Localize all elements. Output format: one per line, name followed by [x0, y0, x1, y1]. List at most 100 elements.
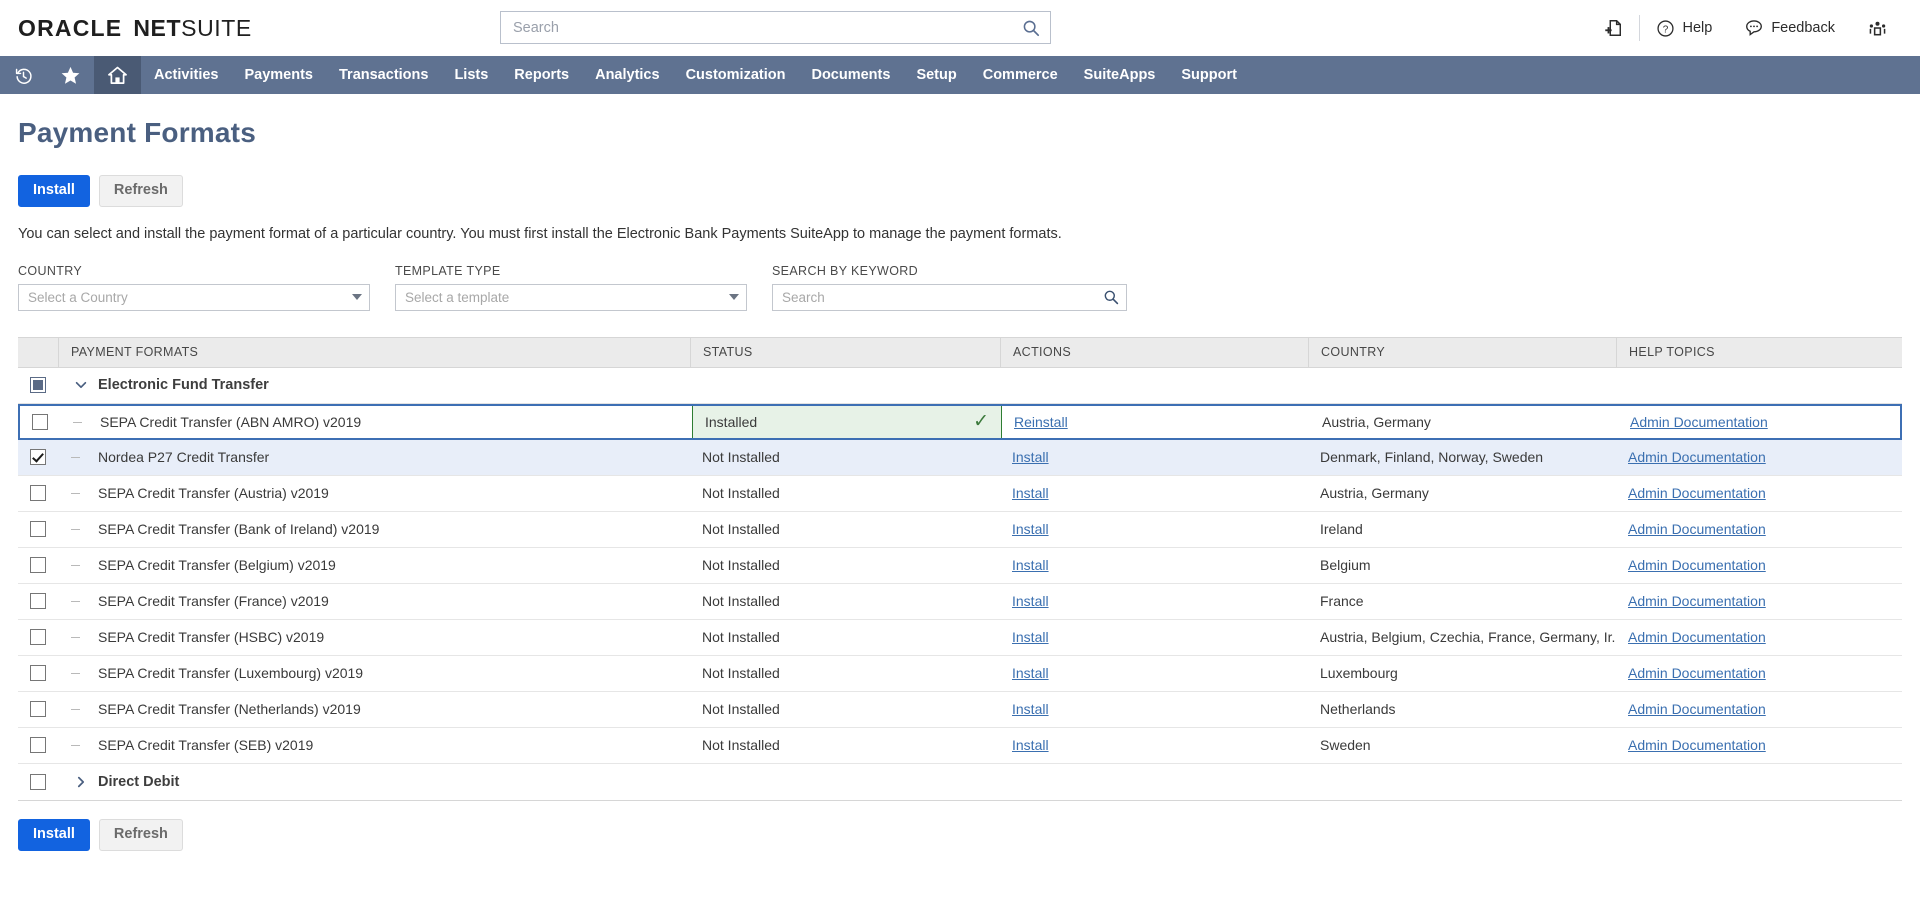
action-link[interactable]: Install — [1012, 521, 1049, 537]
status-text: Not Installed — [702, 737, 780, 754]
row-select-checkbox[interactable] — [30, 629, 46, 646]
row-select-checkbox[interactable] — [30, 521, 46, 538]
action-link[interactable]: Install — [1012, 485, 1049, 501]
table-row[interactable]: Nordea P27 Credit Transfer Not Installed I… — [18, 439, 1902, 476]
help-topic-link[interactable]: Admin Documentation — [1628, 485, 1766, 501]
help-topic-link[interactable]: Admin Documentation — [1628, 701, 1766, 717]
nav-item-activities[interactable]: Activities — [141, 56, 231, 94]
cell-country: Denmark, Finland, Norway, Sweden — [1308, 440, 1616, 475]
table-row[interactable]: SEPA Credit Transfer (ABN AMRO) v2019 Ins… — [18, 403, 1902, 440]
nav-item-support[interactable]: Support — [1168, 56, 1250, 94]
table-row[interactable]: SEPA Credit Transfer (Belgium) v2019 Not … — [18, 547, 1902, 584]
row-select-checkbox[interactable] — [30, 701, 46, 718]
group-row-electronic-fund-transfer[interactable]: Electronic Fund Transfer — [18, 367, 1902, 404]
cell-help-topics: Admin Documentation — [1616, 728, 1902, 763]
action-link[interactable]: Install — [1012, 701, 1049, 717]
global-search-input[interactable] — [511, 18, 1022, 37]
help-button[interactable]: ? Help — [1640, 0, 1728, 56]
table-row[interactable]: SEPA Credit Transfer (Bank of Ireland) v… — [18, 511, 1902, 548]
nav-item-suiteapps[interactable]: SuiteApps — [1071, 56, 1169, 94]
country-select[interactable] — [18, 283, 370, 311]
action-link[interactable]: Install — [1012, 557, 1049, 573]
help-topic-link[interactable]: Admin Documentation — [1628, 593, 1766, 609]
cell-help-topics: Admin Documentation — [1616, 584, 1902, 619]
country-select-input[interactable] — [26, 288, 346, 306]
nav-item-transactions[interactable]: Transactions — [326, 56, 441, 94]
table-row[interactable]: SEPA Credit Transfer (SEB) v2019 Not Inst… — [18, 727, 1902, 764]
help-topic-link[interactable]: Admin Documentation — [1628, 521, 1766, 537]
help-topic-link[interactable]: Admin Documentation — [1630, 414, 1768, 430]
search-icon[interactable] — [1022, 19, 1040, 37]
help-topic-link[interactable]: Admin Documentation — [1628, 665, 1766, 681]
nav-item-customization[interactable]: Customization — [673, 56, 799, 94]
row-select-checkbox[interactable] — [30, 449, 46, 466]
refresh-button-top[interactable]: Refresh — [98, 175, 183, 207]
template-type-select-input[interactable] — [403, 288, 723, 306]
payment-format-name: SEPA Credit Transfer (Bank of Ireland) v… — [98, 521, 380, 538]
payment-format-name: SEPA Credit Transfer (Belgium) v2019 — [98, 557, 336, 574]
table-row[interactable]: SEPA Credit Transfer (France) v2019 Not I… — [18, 583, 1902, 620]
status-text: Not Installed — [702, 665, 780, 682]
cell-payment-format: SEPA Credit Transfer (Belgium) v2019 — [58, 548, 690, 583]
nav-item-lists[interactable]: Lists — [441, 56, 501, 94]
action-link[interactable]: Reinstall — [1014, 414, 1068, 430]
help-topic-link[interactable]: Admin Documentation — [1628, 737, 1766, 753]
action-link[interactable]: Install — [1012, 629, 1049, 645]
home-icon[interactable] — [94, 56, 141, 94]
action-link[interactable]: Install — [1012, 665, 1049, 681]
table-row[interactable]: SEPA Credit Transfer (Austria) v2019 Not … — [18, 475, 1902, 512]
nav-item-commerce[interactable]: Commerce — [970, 56, 1071, 94]
chevron-down-icon[interactable] — [68, 378, 94, 392]
row-select-checkbox[interactable] — [30, 557, 46, 574]
row-select-checkbox[interactable] — [30, 485, 46, 502]
install-button-bottom[interactable]: Install — [18, 818, 90, 851]
table-row[interactable]: SEPA Credit Transfer (Luxembourg) v2019 N… — [18, 655, 1902, 692]
row-select-checkbox[interactable] — [30, 737, 46, 754]
row-select-checkbox[interactable] — [30, 665, 46, 682]
row-select-checkbox[interactable] — [32, 413, 48, 430]
country-filter-label: COUNTRY — [18, 263, 83, 278]
group-row-direct-debit[interactable]: Direct Debit — [18, 763, 1902, 800]
chevron-right-icon[interactable] — [68, 775, 94, 789]
help-topic-link[interactable]: Admin Documentation — [1628, 629, 1766, 645]
table-body: SEPA Credit Transfer (ABN AMRO) v2019 Ins… — [18, 403, 1902, 764]
row-checkbox-cell — [18, 728, 58, 763]
nav-item-reports[interactable]: Reports — [501, 56, 582, 94]
nav-item-analytics[interactable]: Analytics — [582, 56, 672, 94]
feedback-label: Feedback — [1771, 20, 1835, 36]
action-link[interactable]: Install — [1012, 593, 1049, 609]
global-search[interactable] — [500, 11, 1051, 44]
country-text: Sweden — [1320, 737, 1371, 754]
people-button[interactable] — [1851, 0, 1904, 56]
cell-payment-format: SEPA Credit Transfer (Netherlands) v2019 — [58, 692, 690, 727]
help-topic-link[interactable]: Admin Documentation — [1628, 557, 1766, 573]
help-topic-link[interactable]: Admin Documentation — [1628, 449, 1766, 465]
nav-item-setup[interactable]: Setup — [903, 56, 969, 94]
favorites-icon[interactable] — [47, 56, 94, 94]
search-icon[interactable] — [1103, 289, 1119, 305]
table-row[interactable]: SEPA Credit Transfer (Netherlands) v2019… — [18, 691, 1902, 728]
nav-item-payments[interactable]: Payments — [231, 56, 326, 94]
row-select-checkbox[interactable] — [30, 593, 46, 610]
nav-item-documents[interactable]: Documents — [798, 56, 903, 94]
recent-history-icon[interactable] — [0, 56, 47, 94]
action-link[interactable]: Install — [1012, 449, 1049, 465]
group-select-checkbox[interactable] — [30, 377, 46, 394]
chevron-down-icon[interactable] — [729, 294, 739, 301]
refresh-button-bottom[interactable]: Refresh — [98, 818, 183, 851]
feedback-button[interactable]: Feedback — [1728, 0, 1851, 56]
keyword-search-input[interactable] — [780, 288, 1103, 306]
action-link[interactable]: Install — [1012, 737, 1049, 753]
group-select-checkbox-direct-debit[interactable] — [30, 773, 46, 790]
cell-status: Not Installed — [690, 512, 1000, 547]
new-document-button[interactable] — [1587, 0, 1639, 56]
chevron-down-icon[interactable] — [352, 294, 362, 301]
country-text: Denmark, Finland, Norway, Sweden — [1320, 449, 1544, 466]
template-type-select[interactable] — [395, 283, 747, 311]
table-row[interactable]: SEPA Credit Transfer (HSBC) v2019 Not Ins… — [18, 619, 1902, 656]
keyword-filter-label: SEARCH BY KEYWORD — [772, 263, 919, 278]
keyword-search-field[interactable] — [772, 283, 1127, 311]
install-button-top[interactable]: Install — [18, 175, 90, 207]
table-header-help-topics: HELP TOPICS — [1616, 337, 1902, 368]
cell-help-topics: Admin Documentation — [1616, 692, 1902, 727]
